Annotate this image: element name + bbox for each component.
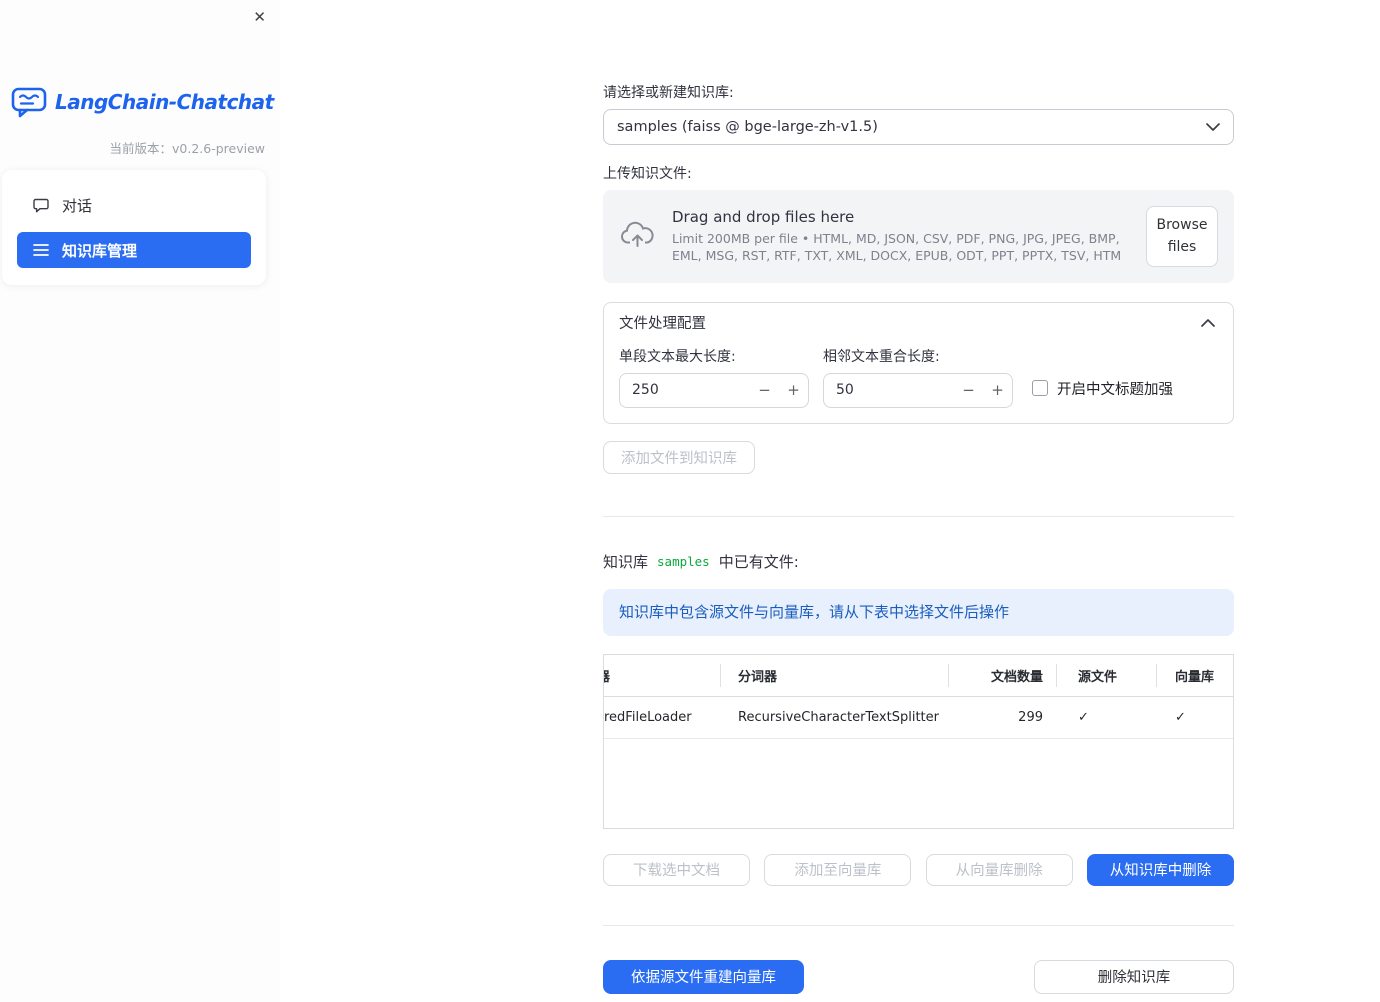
col-loader[interactable]: 器 [604, 655, 720, 696]
overlap-input[interactable]: 50 − + [823, 372, 1013, 408]
add-to-vector-button[interactable]: 添加至向量库 [764, 853, 912, 886]
cell-loader: redFileLoader [604, 709, 692, 725]
sidebar-menu: 对话 知识库管理 [2, 170, 266, 285]
checkbox-label: 开启中文标题加强 [1057, 381, 1173, 398]
col-doc-count[interactable]: 文档数量 [948, 655, 1056, 696]
file-config-expander: 文件处理配置 单段文本最大长度: 250 − + 相邻文本重合长度: 50 − … [603, 301, 1234, 424]
checkbox-icon [1032, 380, 1048, 397]
max-length-value: 250 [632, 382, 659, 399]
sidebar-item-label: 知识库管理 [62, 241, 138, 260]
table-empty-area [604, 739, 1233, 828]
cloud-upload-icon [619, 221, 656, 252]
kb-actions-row: 依据源文件重建向量库 删除知识库 [603, 959, 1234, 994]
divider [603, 924, 1234, 926]
list-icon [33, 243, 49, 257]
app-logo: LangChain-Chatchat [11, 86, 274, 118]
dropzone-title: Drag and drop files here [672, 208, 855, 227]
existing-files-heading: 知识库 samples 中已有文件: [603, 551, 1234, 572]
kb-select-label: 请选择或新建知识库: [603, 85, 734, 101]
chevron-up-icon [1201, 315, 1215, 331]
browse-files-button[interactable]: Browse files [1146, 206, 1218, 267]
chevron-down-icon [1206, 123, 1220, 131]
kb-select[interactable]: samples (faiss @ bge-large-zh-v1.5) [603, 109, 1234, 145]
divider [603, 515, 1234, 517]
sidebar: ✕ LangChain-Chatchat 当前版本：v0.2.6-preview… [0, 0, 280, 1002]
sidebar-item-dialogue[interactable]: 对话 [17, 187, 251, 223]
max-length-input[interactable]: 250 − + [619, 372, 809, 408]
cell-source-check: ✓ [1078, 709, 1089, 725]
expander-title: 文件处理配置 [619, 316, 706, 333]
dropzone-limit-text: Limit 200MB per file • HTML, MD, JSON, C… [672, 231, 1122, 263]
add-files-button[interactable]: 添加文件到知识库 [603, 440, 755, 474]
rebuild-vector-store-button[interactable]: 依据源文件重建向量库 [603, 959, 804, 994]
minus-stepper[interactable]: − [750, 381, 779, 399]
sidebar-item-label: 对话 [62, 196, 93, 215]
file-actions-row: 下载选中文档 添加至向量库 从向量库删除 从知识库中删除 [603, 853, 1234, 886]
app-title: LangChain-Chatchat [55, 90, 274, 114]
expander-header[interactable]: 文件处理配置 [604, 303, 1233, 343]
chat-bubble-icon [33, 198, 49, 213]
download-selected-button[interactable]: 下载选中文档 [603, 853, 750, 886]
overlap-label: 相邻文本重合长度: [823, 348, 940, 365]
plus-stepper[interactable]: + [779, 381, 808, 399]
zh-title-enhance-checkbox[interactable]: 开启中文标题加强 [1032, 378, 1173, 399]
table-header-row: 器 分词器 文档数量 源文件 向量库 [604, 655, 1233, 697]
col-source-file[interactable]: 源文件 [1056, 655, 1156, 696]
kb-name-code: samples [657, 553, 710, 569]
files-table[interactable]: 器 分词器 文档数量 源文件 向量库 redFileLoader Recursi… [603, 653, 1234, 829]
cell-splitter: RecursiveCharacterTextSplitter [738, 709, 939, 725]
sidebar-close-icon[interactable]: ✕ [253, 8, 266, 26]
existing-suffix: 中已有文件: [718, 552, 799, 571]
info-banner: 知识库中包含源文件与向量库，请从下表中选择文件后操作 [603, 588, 1234, 636]
version-label: 当前版本：v0.2.6-preview [109, 141, 266, 156]
col-splitter[interactable]: 分词器 [720, 655, 948, 696]
minus-stepper[interactable]: − [954, 381, 983, 399]
max-length-label: 单段文本最大长度: [619, 348, 736, 365]
sidebar-item-knowledge-base[interactable]: 知识库管理 [17, 232, 251, 268]
uploader-label: 上传知识文件: [603, 166, 692, 182]
overlap-value: 50 [836, 382, 854, 399]
file-uploader-dropzone[interactable]: Drag and drop files here Limit 200MB per… [603, 190, 1234, 283]
delete-from-kb-button[interactable]: 从知识库中删除 [1086, 853, 1234, 886]
kb-select-value: samples (faiss @ bge-large-zh-v1.5) [617, 119, 878, 135]
cell-doc-count: 299 [1018, 709, 1043, 725]
remove-from-vector-button[interactable]: 从向量库删除 [925, 853, 1073, 886]
cell-vector-check: ✓ [1175, 709, 1186, 725]
logo-chat-icon [11, 86, 47, 118]
col-vector-store[interactable]: 向量库 [1156, 655, 1233, 696]
plus-stepper[interactable]: + [983, 381, 1012, 399]
table-row[interactable]: redFileLoader RecursiveCharacterTextSpli… [604, 697, 1233, 739]
delete-kb-button[interactable]: 删除知识库 [1034, 959, 1234, 994]
existing-prefix: 知识库 [603, 552, 649, 571]
main-area: 请选择或新建知识库: samples (faiss @ bge-large-zh… [280, 0, 1380, 1002]
